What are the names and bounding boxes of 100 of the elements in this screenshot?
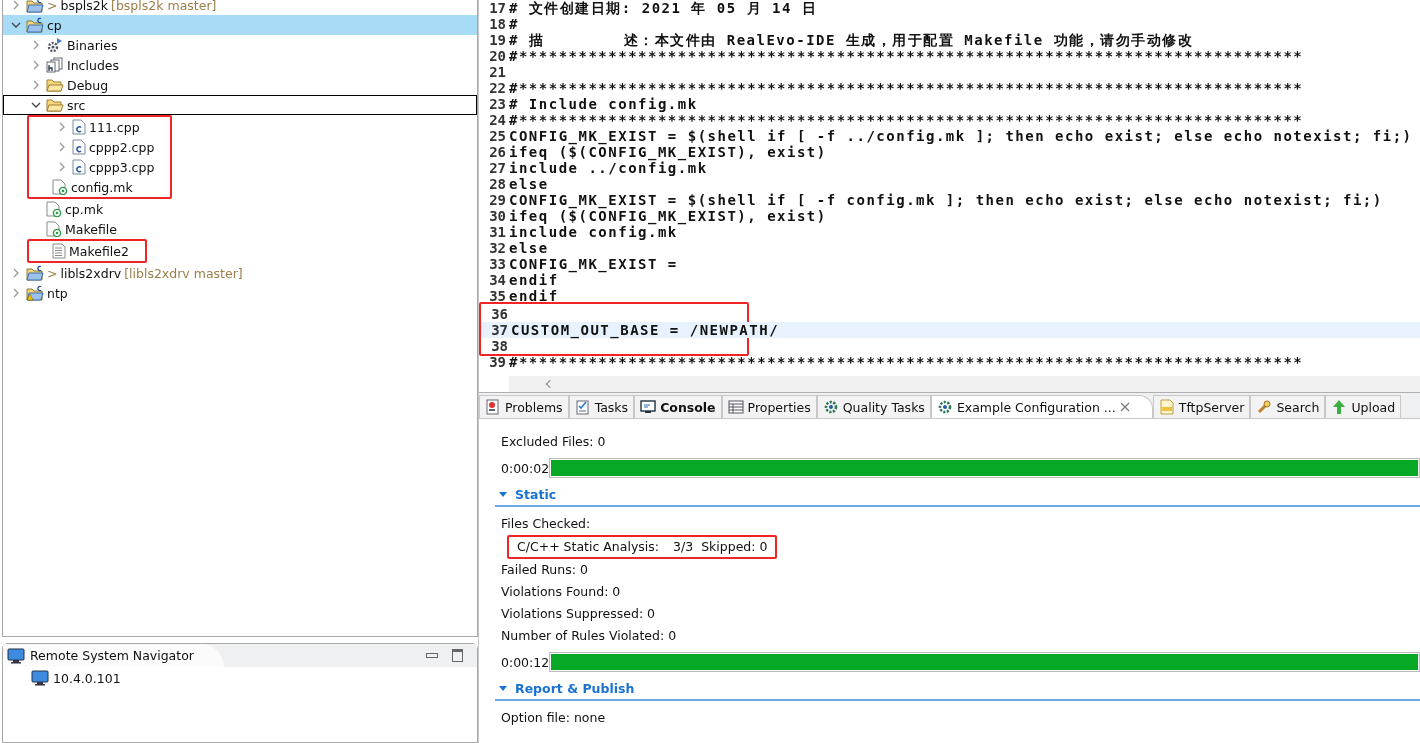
- text-file-icon: [52, 243, 66, 259]
- tree-item[interactable]: cppp2.cpp: [29, 137, 155, 157]
- project-folder-icon: [26, 17, 44, 33]
- tree-item[interactable]: config.mk: [29, 177, 155, 197]
- triangle-down-icon: [498, 489, 508, 499]
- chevron-right-icon[interactable]: [57, 162, 67, 172]
- line-number: 19: [488, 32, 507, 48]
- chevron-right-icon[interactable]: [31, 80, 41, 90]
- tree-item[interactable]: cp.mk: [3, 199, 477, 219]
- report-text: Violations Found: 0: [500, 583, 622, 601]
- tree-item[interactable]: > bspls2k [bspls2k master]: [3, 0, 477, 15]
- code-line: else: [509, 240, 549, 256]
- view-tab[interactable]: Quality Tasks: [816, 395, 931, 418]
- c-file-icon: [72, 139, 86, 155]
- chevron-right-icon[interactable]: [57, 122, 67, 132]
- chevron-down-icon[interactable]: [31, 100, 41, 110]
- gear-icon: [46, 37, 64, 53]
- item-label: ntp: [47, 285, 68, 301]
- line-number: 39: [488, 354, 507, 370]
- line-number: 33: [488, 256, 507, 272]
- code-line: CUSTOM_OUT_BASE = /NEWPATH/: [511, 322, 780, 338]
- header-files-icon: [46, 57, 64, 73]
- item-label: cp: [47, 17, 62, 33]
- section-header[interactable]: Static: [495, 483, 1420, 507]
- monitor-icon: [31, 670, 49, 686]
- maximize-icon[interactable]: [452, 649, 463, 662]
- c-file-icon: [72, 119, 86, 135]
- code-line: include config.mk: [509, 224, 678, 240]
- code-line: #*******************************************************************************: [509, 354, 1304, 370]
- section-header[interactable]: Report & Publish: [495, 677, 1420, 701]
- item-label: cppp3.cpp: [89, 159, 155, 175]
- report-text: Violations Suppressed: 0: [500, 605, 657, 623]
- item-label: Makefile2: [69, 243, 129, 259]
- tree-item[interactable]: Makefile: [3, 219, 477, 239]
- line-number: 36: [490, 306, 509, 322]
- line-number: 21: [488, 64, 507, 80]
- chevron-right-icon[interactable]: [31, 60, 41, 70]
- make-file-icon: [46, 201, 62, 217]
- tree-item[interactable]: Debug: [3, 75, 477, 95]
- tree-item[interactable]: ntp: [3, 283, 477, 303]
- stat-skipped: Skipped: 0: [701, 538, 768, 556]
- line-number: 38: [490, 338, 509, 354]
- line-number: 30: [488, 208, 507, 224]
- close-icon: [1119, 402, 1130, 412]
- item-label: cppp2.cpp: [89, 139, 155, 155]
- gear-icon: [936, 399, 953, 415]
- tree-item[interactable]: src: [3, 95, 477, 115]
- chevron-down-icon[interactable]: [11, 20, 21, 30]
- chevron-right-icon[interactable]: [11, 268, 21, 278]
- host-item[interactable]: 10.4.0.101: [31, 669, 477, 687]
- line-number: 18: [488, 16, 507, 32]
- line-number: 17: [488, 0, 507, 16]
- view-tab[interactable]: Search: [1250, 395, 1326, 418]
- view-tab[interactable]: Console: [634, 395, 722, 418]
- code-line: #*******************************************************************************: [509, 80, 1304, 96]
- chevron-right-icon[interactable]: [11, 288, 21, 298]
- view-tab[interactable]: TftpServer: [1152, 395, 1251, 418]
- tree-item[interactable]: > libls2xdrv [libls2xdrv master]: [3, 263, 477, 283]
- code-line: #*******************************************************************************: [509, 112, 1304, 128]
- code-line: #: [509, 16, 519, 32]
- folder-icon: [46, 97, 64, 113]
- tree-item[interactable]: cppp3.cpp: [29, 157, 155, 177]
- code-line: ifeq ($(CONFIG_MK_EXIST), exist): [509, 144, 827, 160]
- code-line: CONFIG_MK_EXIST = $(shell if [ -f config.mk ]; then echo exist; else echo notexist; fi;): [509, 192, 1383, 208]
- make-file-icon: [52, 179, 68, 195]
- chevron-right-icon[interactable]: [57, 142, 67, 152]
- minimize-icon[interactable]: [426, 653, 438, 658]
- view-tab[interactable]: Remote System Navigator: [3, 644, 224, 667]
- report-text: Option file: none: [500, 709, 607, 727]
- tree-item[interactable]: Makefile2: [29, 241, 129, 261]
- item-label: Makefile: [65, 221, 117, 237]
- stat-value: 3/3: [673, 538, 694, 556]
- tree-item[interactable]: cp: [3, 15, 477, 35]
- line-number: 23: [488, 96, 507, 112]
- code-line: # 描 述：本文件由 RealEvo-IDE 生成，用于配置 Makefile 功能，请勿手动修改: [509, 32, 1194, 48]
- horizontal-scrollbar[interactable]: [509, 376, 1420, 392]
- chevron-right-icon[interactable]: [11, 0, 21, 10]
- code-line: include ../config.mk: [509, 160, 708, 176]
- view-tab[interactable]: Problems: [479, 395, 569, 418]
- view-tab[interactable]: Example Configuration ...: [930, 395, 1153, 418]
- git-marker: >: [47, 265, 58, 281]
- item-label: config.mk: [71, 179, 133, 195]
- tree-item[interactable]: Includes: [3, 55, 477, 75]
- chevron-right-icon[interactable]: [31, 40, 41, 50]
- line-number: 32: [488, 240, 507, 256]
- code-line: CONFIG_MK_EXIST = $(shell if [ -f ../config.mk ]; then echo exist; else echo notexist; fi;): [509, 128, 1413, 144]
- report-text: Failed Runs: 0: [500, 561, 589, 579]
- view-tab[interactable]: Tasks: [568, 395, 635, 418]
- document-icon: [1158, 399, 1175, 415]
- tree-item[interactable]: Binaries: [3, 35, 477, 55]
- branch-label: [libls2xdrv master]: [124, 265, 243, 281]
- tree-item[interactable]: 111.cpp: [29, 117, 155, 137]
- view-tab[interactable]: Upload: [1325, 395, 1402, 418]
- line-number: 26: [488, 144, 507, 160]
- view-tab[interactable]: Properties: [721, 395, 817, 418]
- code-line: endif: [509, 272, 559, 288]
- line-number: 37: [490, 322, 509, 338]
- line-number: 20: [488, 48, 507, 64]
- gear-icon: [822, 399, 839, 415]
- project-folder-icon: [26, 265, 44, 281]
